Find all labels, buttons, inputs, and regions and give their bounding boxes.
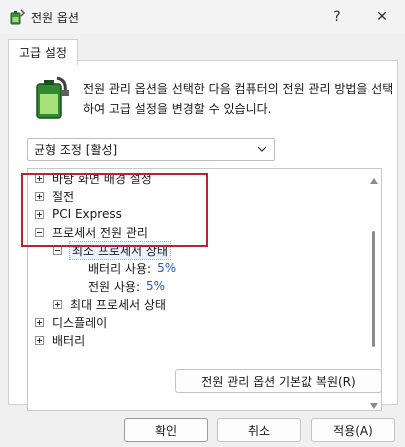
tree-expand-icon[interactable] <box>35 209 44 219</box>
tree-item-label-selected: 최소 프로세서 상태 <box>69 240 171 260</box>
restore-defaults-button[interactable]: 전원 관리 옵션 기본값 복원(R) <box>175 369 382 393</box>
scrollbar-thumb[interactable] <box>372 231 375 347</box>
chevron-down-icon <box>256 143 268 155</box>
tree-expand-icon[interactable] <box>53 299 62 309</box>
scroll-up-arrow-icon[interactable] <box>370 173 378 184</box>
tree-expand-icon[interactable] <box>35 335 44 345</box>
description-text: 전원 관리 옵션을 선택한 다음 컴퓨터의 전원 관리 방법을 선택하여 고급 … <box>83 82 394 116</box>
help-icon: ? <box>333 9 341 25</box>
setting-label: 전원 사용: <box>88 279 141 294</box>
tree-item-display[interactable]: 디스플레이 <box>35 313 107 331</box>
title-bar: 전원 옵션 ? ✕ <box>0 0 405 34</box>
tree-item-sleep[interactable]: 절전 <box>35 187 74 205</box>
tree-item-label: 최대 프로세서 상태 <box>70 297 166 312</box>
tree-expand-icon[interactable] <box>35 173 44 183</box>
tree-item-label: 디스플레이 <box>52 315 108 330</box>
tree-item-min-processor-state[interactable]: 최소 프로세서 상태 <box>53 240 171 260</box>
setting-value-link[interactable]: 5% <box>157 261 176 275</box>
close-icon: ✕ <box>376 9 388 25</box>
tree-item-label: 절전 <box>52 189 75 204</box>
tree-item-max-processor-state[interactable]: 최대 프로세서 상태 <box>53 295 166 313</box>
setting-value-link[interactable]: 5% <box>146 279 165 293</box>
cancel-button[interactable]: 취소 <box>217 418 301 442</box>
tree-collapse-icon[interactable] <box>35 227 44 237</box>
tree-item-desktop-background[interactable]: 바탕 화면 배경 설정 <box>35 169 152 187</box>
power-plan-value: 균형 조정 [활성] <box>34 143 118 157</box>
battery-power-icon <box>31 74 71 120</box>
tree-item-pci-express[interactable]: PCI Express <box>35 205 122 223</box>
tree-expand-icon[interactable] <box>35 317 44 327</box>
apply-button[interactable]: 적용(A) <box>311 418 395 442</box>
power-plan-select[interactable]: 균형 조정 [활성] <box>27 138 275 161</box>
tree-collapse-icon[interactable] <box>53 245 62 255</box>
tree-item-on-battery[interactable]: 배터리 사용: 5% <box>88 259 176 277</box>
tree-item-processor-power-management[interactable]: 프로세서 전원 관리 <box>35 223 148 241</box>
power-options-icon <box>8 8 26 26</box>
tab-advanced-settings[interactable]: 고급 설정 <box>8 39 78 65</box>
tree-item-label: 바탕 화면 배경 설정 <box>52 171 152 186</box>
window-title: 전원 옵션 <box>31 11 79 25</box>
setting-label: 배터리 사용: <box>88 261 152 276</box>
tree-item-label: PCI Express <box>52 207 122 221</box>
tree-item-plugged-in[interactable]: 전원 사용: 5% <box>88 277 165 295</box>
advanced-settings-panel: 전원 관리 옵션을 선택한 다음 컴퓨터의 전원 관리 방법을 선택하여 고급 … <box>8 60 398 411</box>
tree-item-battery[interactable]: 배터리 <box>35 331 85 349</box>
tree-item-label: 배터리 <box>52 333 86 348</box>
tree-expand-icon[interactable] <box>35 191 44 201</box>
help-button[interactable]: ? <box>314 0 360 34</box>
scroll-down-arrow-icon[interactable] <box>370 398 378 409</box>
ok-button[interactable]: 확인 <box>124 418 208 442</box>
close-button[interactable]: ✕ <box>359 0 405 34</box>
tree-item-label: 프로세서 전원 관리 <box>52 225 148 240</box>
